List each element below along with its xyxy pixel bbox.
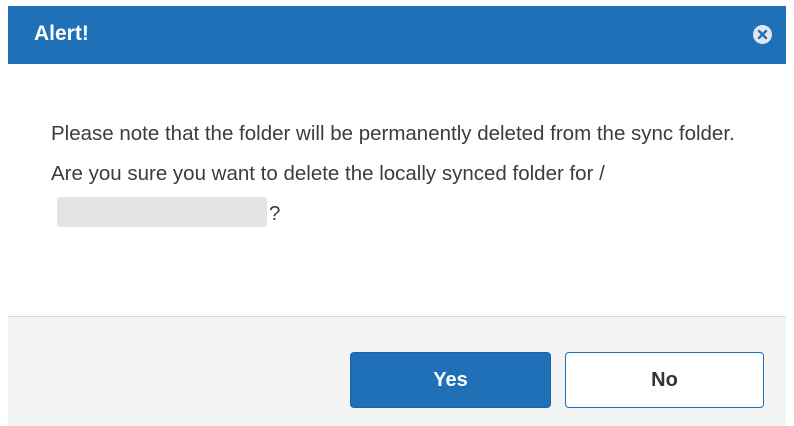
dialog-footer: Yes No <box>8 316 786 426</box>
alert-dialog: Alert! Please note that the folder will … <box>0 0 794 426</box>
no-button[interactable]: No <box>565 352 764 408</box>
message-question-mark: ? <box>269 202 281 225</box>
dialog-message: Please note that the folder will be perm… <box>51 114 771 234</box>
close-icon <box>757 29 768 40</box>
message-text: Please note that the folder will be perm… <box>51 122 735 185</box>
dialog-title-bar: Alert! <box>8 6 786 64</box>
dialog-title: Alert! <box>34 22 89 45</box>
redacted-folder-name <box>57 197 267 227</box>
close-button[interactable] <box>753 25 772 44</box>
yes-button[interactable]: Yes <box>350 352 551 408</box>
